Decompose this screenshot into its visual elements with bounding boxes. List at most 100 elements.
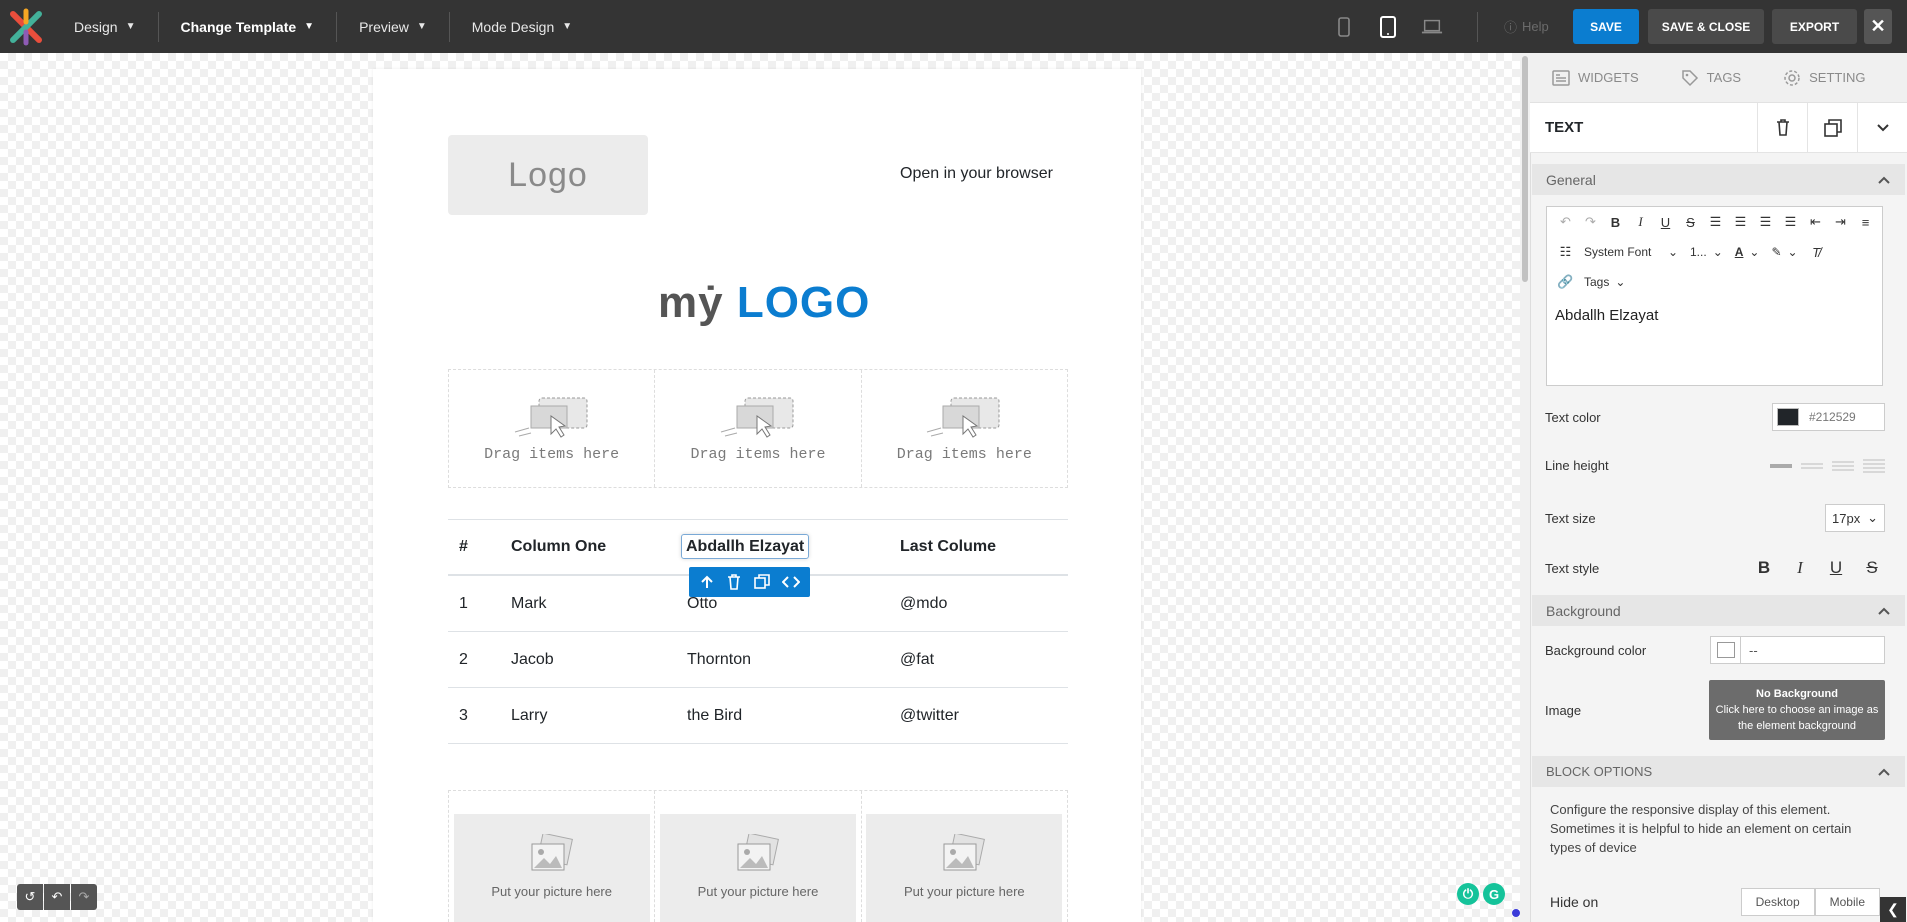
delete-icon[interactable] bbox=[727, 574, 741, 590]
help-link[interactable]: ⓘ Help bbox=[1504, 17, 1549, 36]
grammarly-g-icon[interactable]: G bbox=[1483, 883, 1505, 905]
table-cell[interactable]: 3 bbox=[448, 707, 510, 725]
logo-placeholder[interactable]: Logo bbox=[448, 135, 648, 215]
bullet-list-icon[interactable]: ☷ bbox=[1553, 240, 1578, 264]
picture-cell[interactable]: Put your picture here bbox=[655, 791, 862, 922]
editor-text-area[interactable]: Abdallh Elzayat bbox=[1547, 297, 1882, 334]
background-section-header[interactable]: Background bbox=[1532, 595, 1905, 626]
background-color-swatch[interactable] bbox=[1711, 637, 1741, 663]
underline-icon[interactable]: U bbox=[1827, 558, 1845, 578]
redo-icon[interactable]: ↷ bbox=[1578, 210, 1603, 234]
menu-change-template[interactable]: Change Template ▼ bbox=[159, 0, 337, 53]
duplicate-icon[interactable] bbox=[753, 574, 770, 590]
align-right-icon[interactable]: ☰ bbox=[1753, 210, 1778, 234]
picture-cell[interactable]: Put your picture here bbox=[449, 791, 656, 922]
picture-placeholder-text: Put your picture here bbox=[491, 884, 612, 899]
align-justify-icon[interactable]: ☰ bbox=[1778, 210, 1803, 234]
strikethrough-icon[interactable]: S bbox=[1678, 210, 1703, 234]
undo-icon[interactable]: ↶ bbox=[1553, 210, 1578, 234]
mobile-device-icon[interactable] bbox=[1333, 16, 1355, 38]
block-options-section-header[interactable]: BLOCK OPTIONS bbox=[1532, 756, 1905, 787]
export-button[interactable]: EXPORT bbox=[1772, 9, 1857, 44]
laptop-device-icon[interactable] bbox=[1421, 16, 1443, 38]
strikethrough-icon[interactable]: S bbox=[1863, 558, 1881, 578]
table-cell[interactable]: Thornton bbox=[687, 651, 900, 669]
align-left-icon[interactable]: ☰ bbox=[1703, 210, 1728, 234]
italic-icon[interactable]: I bbox=[1791, 558, 1809, 578]
table-cell[interactable]: the Bird bbox=[687, 707, 900, 725]
drag-drop-cell[interactable]: Drag items here bbox=[449, 370, 656, 487]
hide-mobile-button[interactable]: Mobile bbox=[1814, 888, 1880, 916]
text-size-select[interactable]: 17px ⌄ bbox=[1825, 504, 1885, 532]
picture-cell[interactable]: Put your picture here bbox=[862, 791, 1067, 922]
menu-design[interactable]: Design ▼ bbox=[52, 0, 158, 53]
font-size-select[interactable]: 1... ⌄ bbox=[1684, 245, 1729, 259]
background-color-input[interactable]: -- bbox=[1710, 636, 1885, 664]
canvas-scrollbar-thumb[interactable] bbox=[1522, 56, 1528, 282]
bold-icon[interactable]: B bbox=[1603, 210, 1628, 234]
link-icon[interactable]: 🔗 bbox=[1553, 270, 1578, 294]
code-icon[interactable] bbox=[781, 575, 800, 589]
picture-placeholder[interactable]: Put your picture here bbox=[659, 814, 856, 922]
close-button[interactable]: ✕ bbox=[1864, 9, 1892, 44]
clear-format-icon[interactable]: T̸ bbox=[1804, 240, 1829, 264]
grammarly-power-icon[interactable]: ⏻ bbox=[1457, 883, 1479, 905]
picture-placeholder[interactable]: Put your picture here bbox=[453, 814, 650, 922]
line-height-double-icon[interactable] bbox=[1832, 460, 1854, 472]
line-height-single-icon[interactable] bbox=[1770, 461, 1792, 471]
hide-desktop-button[interactable]: Desktop bbox=[1740, 888, 1815, 916]
redo-icon[interactable]: ↷ bbox=[71, 884, 97, 910]
selected-text-element[interactable]: Abdallh Elzayat bbox=[681, 534, 810, 559]
line-height-1-5-icon[interactable] bbox=[1801, 461, 1823, 471]
tab-widgets[interactable]: WIDGETS bbox=[1530, 69, 1659, 86]
table-cell[interactable]: @fat bbox=[900, 651, 1068, 669]
tab-tags[interactable]: TAGS bbox=[1659, 69, 1761, 87]
table-header-cell[interactable]: # bbox=[448, 538, 510, 556]
table-cell[interactable]: @twitter bbox=[900, 707, 1068, 725]
save-button[interactable]: SAVE bbox=[1573, 9, 1639, 44]
save-close-button[interactable]: SAVE & CLOSE bbox=[1648, 9, 1764, 44]
drag-drop-cell[interactable]: Drag items here bbox=[655, 370, 862, 487]
table-cell[interactable]: 1 bbox=[448, 595, 510, 613]
undo-icon[interactable]: ↶ bbox=[44, 884, 70, 910]
highlight-color-picker[interactable]: ✎ ⌄ bbox=[1765, 245, 1803, 259]
table-header-cell[interactable]: Last Colume bbox=[900, 538, 1068, 556]
delete-element-button[interactable] bbox=[1757, 102, 1807, 153]
drag-drop-cell[interactable]: Drag items here bbox=[862, 370, 1067, 487]
indent-icon[interactable]: ⇥ bbox=[1828, 210, 1853, 234]
move-up-icon[interactable] bbox=[699, 574, 715, 590]
general-section-header[interactable]: General bbox=[1532, 164, 1905, 195]
tab-setting[interactable]: SETTING bbox=[1761, 69, 1885, 87]
bold-icon[interactable]: B bbox=[1755, 558, 1773, 578]
table-cell[interactable]: 2 bbox=[448, 651, 510, 669]
underline-icon[interactable]: U bbox=[1653, 210, 1678, 234]
table-cell[interactable]: Larry bbox=[510, 707, 687, 725]
duplicate-element-button[interactable] bbox=[1807, 102, 1857, 153]
open-in-browser-link[interactable]: Open in your browser bbox=[900, 165, 1053, 183]
italic-icon[interactable]: I bbox=[1628, 210, 1653, 234]
line-height-triple-icon[interactable] bbox=[1863, 459, 1885, 473]
font-family-select[interactable]: System Font ⌄ bbox=[1578, 245, 1684, 259]
table-cell[interactable]: Jacob bbox=[510, 651, 687, 669]
table-cell[interactable]: @mdo bbox=[900, 595, 1068, 613]
collapse-element-button[interactable] bbox=[1857, 102, 1907, 153]
collapse-panel-button[interactable]: ❮ bbox=[1880, 897, 1906, 922]
menu-preview[interactable]: Preview ▼ bbox=[337, 0, 449, 53]
tags-select[interactable]: Tags ⌄ bbox=[1578, 275, 1631, 289]
table-header-cell[interactable]: Column One bbox=[510, 538, 687, 556]
align-center-icon[interactable]: ☰ bbox=[1728, 210, 1753, 234]
numbered-list-icon[interactable]: ≡ bbox=[1853, 210, 1878, 234]
history-icon[interactable]: ↺ bbox=[17, 884, 43, 910]
text-color-picker[interactable]: A ⌄ bbox=[1729, 245, 1766, 259]
outdent-icon[interactable]: ⇤ bbox=[1803, 210, 1828, 234]
tablet-device-icon[interactable] bbox=[1377, 15, 1399, 38]
table-cell[interactable]: Mark bbox=[510, 595, 687, 613]
text-color-input[interactable]: #212529 bbox=[1772, 403, 1885, 431]
menu-mode-design[interactable]: Mode Design ▼ bbox=[450, 0, 594, 53]
picture-placeholder[interactable]: Put your picture here bbox=[866, 814, 1063, 922]
brand-logo[interactable]: mẏ LOGO bbox=[658, 278, 870, 328]
table-header-cell-selected[interactable]: Abdallh Elzayat bbox=[681, 534, 900, 559]
table-cell[interactable]: Otto bbox=[687, 595, 900, 613]
choose-background-image-button[interactable]: No Background Click here to choose an im… bbox=[1709, 680, 1885, 740]
app-logo-icon[interactable] bbox=[0, 0, 52, 53]
